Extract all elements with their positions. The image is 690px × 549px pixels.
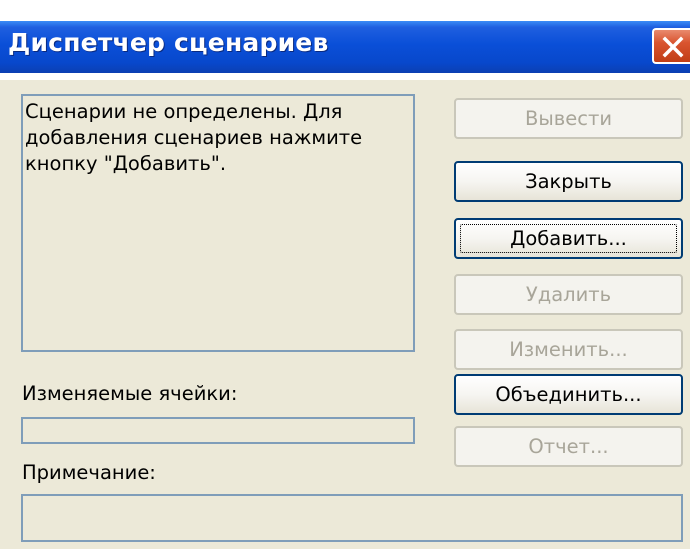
close-button[interactable] (652, 28, 690, 64)
merge-button[interactable]: Объединить... (454, 374, 683, 415)
add-button-label: Добавить... (510, 227, 627, 250)
show-button[interactable]: Вывести (454, 98, 683, 139)
edit-button[interactable]: Изменить... (454, 329, 683, 370)
changing-cells-field (21, 417, 415, 444)
close-icon (662, 36, 684, 58)
title-bar[interactable]: Диспетчер сценариев (0, 0, 690, 80)
scenarios-list[interactable]: Сценарии не определены. Для добавления с… (21, 94, 415, 352)
delete-button-label: Удалить (525, 283, 612, 306)
comment-label: Примечание: (22, 461, 156, 484)
merge-button-label: Объединить... (495, 383, 642, 406)
add-button[interactable]: Добавить... (454, 218, 683, 259)
summary-button-label: Отчет... (528, 435, 609, 458)
window-title: Диспетчер сценариев (8, 28, 329, 57)
scenario-manager-dialog: Диспетчер сценариев Сценарии не определе… (0, 0, 690, 549)
summary-button[interactable]: Отчет... (454, 426, 683, 467)
comment-field (21, 494, 683, 542)
show-button-label: Вывести (524, 107, 613, 130)
edit-button-label: Изменить... (509, 338, 628, 361)
scenarios-empty-message: Сценарии не определены. Для добавления с… (25, 100, 363, 175)
close-dialog-button[interactable]: Закрыть (454, 161, 683, 202)
changing-cells-label: Изменяемые ячейки: (22, 382, 238, 405)
delete-button[interactable]: Удалить (454, 274, 683, 315)
close-button-label: Закрыть (525, 170, 612, 193)
